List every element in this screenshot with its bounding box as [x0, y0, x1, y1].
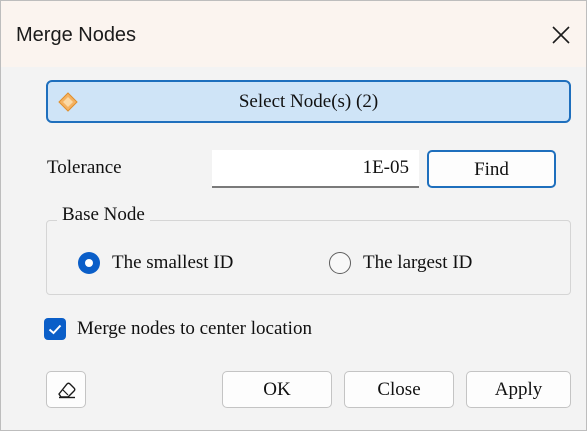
- dialog-title: Merge Nodes: [16, 24, 137, 46]
- tolerance-input[interactable]: [212, 150, 419, 188]
- close-window-icon[interactable]: [544, 18, 578, 52]
- merge-center-label: Merge nodes to center location: [77, 318, 312, 339]
- close-button[interactable]: Close: [344, 371, 454, 408]
- merge-nodes-dialog: Merge Nodes Select Node(s) (2) Tolerance…: [0, 0, 587, 431]
- ok-button[interactable]: OK: [222, 371, 332, 408]
- select-nodes-button[interactable]: Select Node(s) (2): [46, 80, 571, 123]
- radio-largest-id-label: The largest ID: [363, 252, 473, 273]
- apply-button[interactable]: Apply: [466, 371, 571, 408]
- find-button-label: Find: [474, 159, 509, 180]
- eraser-icon: [58, 382, 76, 399]
- apply-button-label: Apply: [494, 379, 543, 400]
- merge-center-checkbox[interactable]: [44, 318, 66, 340]
- select-nodes-label: Select Node(s) (2): [238, 91, 379, 112]
- eraser-button[interactable]: [46, 371, 86, 408]
- radio-smallest-id[interactable]: [78, 252, 100, 274]
- radio-smallest-id-label: The smallest ID: [112, 252, 234, 273]
- tolerance-label: Tolerance: [47, 157, 122, 178]
- ok-button-label: OK: [263, 379, 291, 400]
- title-bar: Merge Nodes: [1, 1, 586, 67]
- close-button-label: Close: [377, 379, 421, 400]
- find-button[interactable]: Find: [427, 150, 556, 188]
- radio-largest-id[interactable]: [329, 252, 351, 274]
- checkmark-icon: [48, 324, 62, 335]
- base-node-title: Base Node: [57, 204, 150, 226]
